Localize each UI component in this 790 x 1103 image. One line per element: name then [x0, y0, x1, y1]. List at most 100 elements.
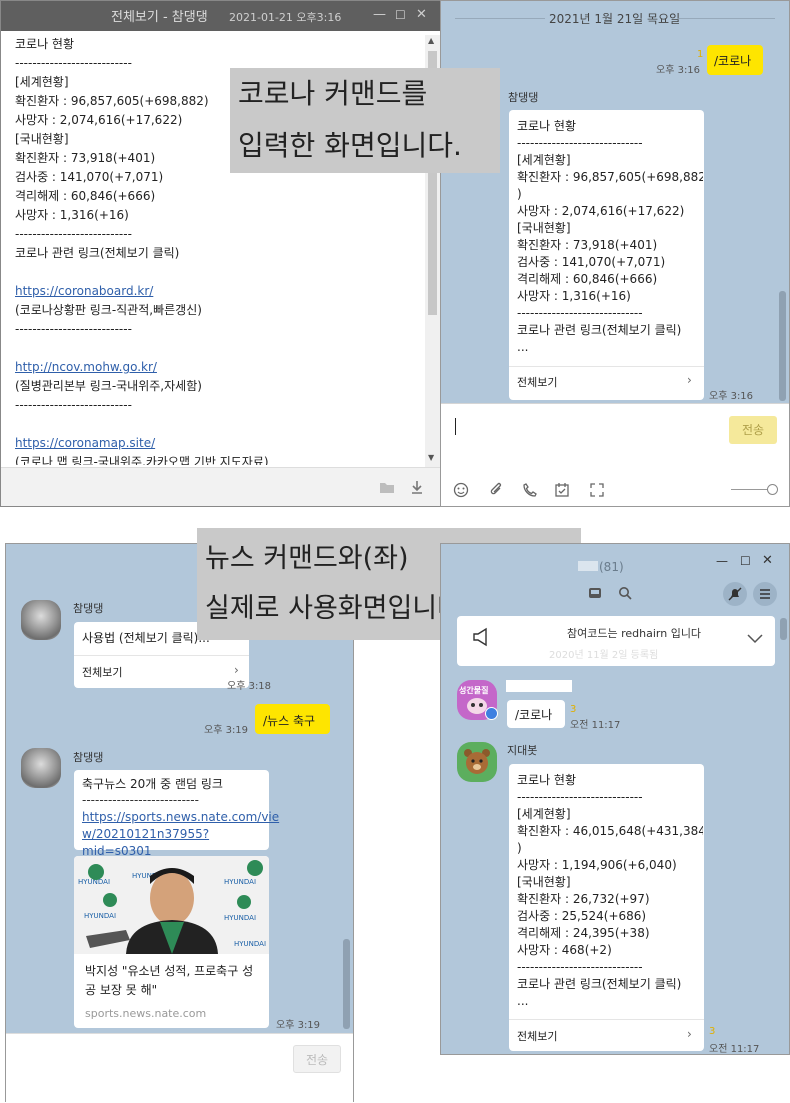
avatar[interactable] — [21, 748, 61, 788]
text-cursor — [455, 418, 456, 435]
close-icon[interactable]: ✕ — [762, 553, 773, 568]
my-message-bubble[interactable]: /뉴스 축구 — [255, 704, 330, 734]
reply-time: 오후 3:16 — [709, 391, 754, 402]
text-line: [국내현황] — [517, 875, 571, 889]
date-divider: 2021년 1월 21일 목요일 — [549, 12, 681, 26]
caption-overlay-1: 코로나 커맨드를 입력한 화면입니다. — [230, 68, 500, 173]
member-count: (81) — [599, 560, 624, 574]
badge-icon — [485, 707, 498, 720]
text-line: ----------------------------- — [517, 790, 643, 804]
svg-text:HYUNDAI: HYUNDAI — [224, 914, 256, 922]
news-link[interactable]: w/20210121n37955?mid=s0301 — [82, 826, 269, 860]
bot-avatar[interactable] — [457, 742, 497, 782]
text-line: ----------------------------- — [517, 960, 643, 974]
view-all-label[interactable]: 전체보기 — [517, 374, 557, 391]
message-input-area[interactable]: 전송 — [441, 403, 789, 506]
emoticon-icon[interactable] — [453, 482, 469, 498]
text-line — [15, 415, 425, 434]
user-message-text: /코로나 — [515, 708, 553, 722]
reply-text: 코로나 현황 ----------------------------- [세계현황… — [517, 772, 703, 1010]
link[interactable]: https://coronamap.site/ — [15, 434, 425, 453]
news-bubble[interactable]: 축구뉴스 20개 중 랜덤 링크 -----------------------… — [74, 770, 279, 858]
link[interactable]: https://coronaboard.kr/ — [15, 282, 425, 301]
news-link[interactable]: https://sports.news.nate.com/vie — [82, 809, 279, 826]
card-title: 박지성 "유소년 성적, 프로축구 성공 보장 못 해" — [85, 964, 254, 997]
view-all-label[interactable]: 전체보기 — [82, 664, 122, 681]
minimize-icon[interactable]: — — [716, 554, 728, 568]
text-line: 확진환자 : 96,857,605(+698,882 — [517, 170, 703, 184]
username-redacted — [506, 680, 572, 692]
caption-line: 입력한 화면입니다. — [238, 129, 462, 162]
scroll-thumb[interactable] — [343, 939, 350, 1029]
folder-icon[interactable] — [379, 481, 395, 494]
bot-reply-bubble[interactable]: 코로나 현황 ----------------------------- [세계현황… — [509, 110, 704, 400]
text-line: 코로나 현황 — [517, 773, 577, 787]
send-button[interactable]: 전송 — [293, 1045, 341, 1073]
avatar[interactable] — [21, 600, 61, 640]
scroll-thumb[interactable] — [780, 618, 787, 640]
maximize-icon[interactable]: ☐ — [740, 554, 751, 568]
notice-banner[interactable]: 참여코드는 redhairn 입니다 2020년 11월 2일 등록됨 — [457, 616, 775, 666]
bot-reply-bubble[interactable]: 코로나 현황 ----------------------------- [세계현황… — [509, 764, 704, 1051]
maximize-icon[interactable]: ☐ — [395, 8, 406, 22]
slider-handle[interactable] — [767, 484, 778, 495]
search-icon[interactable] — [618, 586, 632, 600]
text-line: ... — [517, 994, 529, 1008]
text-line: 확진환자 : 73,918(+401) — [517, 238, 658, 252]
date-divider-line-right — [679, 18, 775, 19]
text-line: 사망자 : 1,316(+16) — [15, 208, 129, 222]
text-line: 격리해제 : 60,846(+666) — [15, 189, 156, 203]
menu-icon[interactable] — [753, 582, 777, 606]
text-line: --------------------------- — [15, 398, 132, 412]
text-line: 검사중 : 25,524(+686) — [517, 909, 647, 923]
divider — [509, 366, 704, 367]
scroll-thumb[interactable] — [779, 291, 786, 401]
footer-bar — [1, 467, 440, 506]
my-message-text: /코로나 — [714, 54, 752, 68]
message-time: 오후 3:16 — [656, 65, 701, 76]
download-icon[interactable] — [410, 480, 424, 495]
user-message-bubble[interactable]: /코로나 — [507, 700, 565, 728]
slider-track[interactable] — [731, 489, 771, 490]
calendar-icon[interactable] — [554, 482, 570, 498]
title-bar[interactable]: 전체보기 - 참댕댕 2021-01-21 오후3:16 — ☐ ✕ — [1, 1, 440, 31]
text-line: [세계현황] — [517, 807, 571, 821]
chevron-down-icon[interactable] — [747, 634, 763, 644]
scroll-up-icon[interactable]: ▲ — [428, 36, 434, 45]
my-message-bubble[interactable]: /코로나 — [707, 45, 763, 75]
text-line: (질병관리본부 링크-국내위주,자세함) — [15, 379, 202, 393]
text-line: 코로나 관련 링크(전체보기 클릭) — [517, 323, 682, 337]
notice-date: 2020년 11월 2일 등록됨 — [549, 650, 659, 661]
attach-icon[interactable] — [488, 482, 504, 498]
separator: --------------------------- — [82, 793, 199, 807]
bear-icon — [464, 749, 490, 774]
text-line: ) — [517, 187, 522, 201]
unread-count: 1 — [697, 49, 704, 60]
scroll-down-icon[interactable]: ▼ — [428, 453, 434, 462]
news-title: 축구뉴스 20개 중 랜덤 링크 — [82, 777, 223, 791]
reply-time: 오전 11:17 — [709, 1044, 760, 1055]
unread-count: 3 — [570, 704, 577, 715]
unread-count: 3 — [709, 1026, 716, 1037]
text-line: [국내현황] — [517, 221, 571, 235]
text-line: 격리해제 : 60,846(+666) — [517, 272, 658, 286]
phone-icon[interactable] — [522, 482, 538, 498]
svg-text:HYUNDAI: HYUNDAI — [234, 940, 266, 948]
view-all-label[interactable]: 전체보기 — [517, 1028, 557, 1045]
link[interactable]: http://ncov.mohw.go.kr/ — [15, 358, 425, 377]
text-line: 사망자 : 1,194,906(+6,040) — [517, 858, 677, 872]
inbox-icon[interactable] — [588, 587, 602, 599]
capture-icon[interactable] — [589, 482, 605, 498]
minimize-icon[interactable]: — — [373, 7, 386, 22]
window-datetime: 2021-01-21 오후3:16 — [229, 11, 342, 24]
news-card[interactable]: HYUNDAI HYUNDAI HYUNDAI HYUNDAI HYUNDAI HYUN… — [74, 856, 269, 1028]
mute-icon[interactable] — [723, 582, 747, 606]
chat-window-group: (81) — ☐ ✕ 참여코드는 redhairn 입니다 2020년 11월 … — [440, 543, 790, 1055]
message-input-area[interactable]: 전송 — [6, 1033, 353, 1103]
close-icon[interactable]: ✕ — [416, 7, 427, 22]
text-line: ... — [517, 340, 529, 354]
text-line: 코로나 현황 — [15, 37, 75, 51]
text-line: (코로나 맵 링크-국내위주,카카오맵 기반 지도자료) — [15, 455, 269, 465]
send-button[interactable]: 전송 — [729, 416, 777, 444]
message-time: 오후 3:19 — [276, 1020, 321, 1031]
